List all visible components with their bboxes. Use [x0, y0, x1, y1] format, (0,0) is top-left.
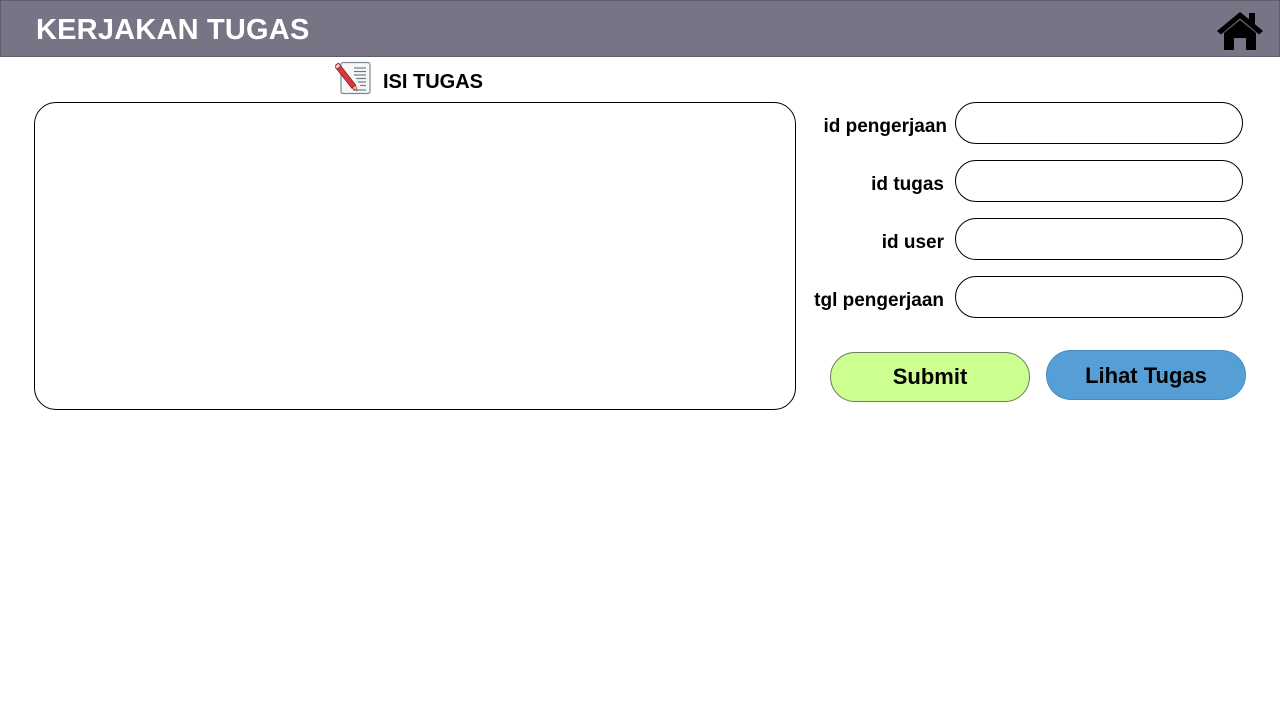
home-icon	[1217, 12, 1263, 50]
tgl-pengerjaan-label: tgl pengerjaan	[814, 290, 944, 311]
id-tugas-label: id tugas	[871, 174, 944, 195]
id-pengerjaan-input[interactable]	[955, 102, 1243, 144]
task-content-heading: ISI TUGAS	[335, 61, 483, 95]
task-content-label: ISI TUGAS	[383, 70, 484, 93]
page: KERJAKAN TUGAS ISI TUGAS id pengerjaan i…	[0, 0, 1280, 720]
id-user-label: id user	[881, 232, 944, 253]
id-pengerjaan-label: id pengerjaan	[823, 116, 947, 137]
id-tugas-input[interactable]	[955, 160, 1243, 202]
document-pencil-icon	[335, 61, 371, 95]
page-title: KERJAKAN TUGAS	[36, 14, 310, 46]
tgl-pengerjaan-input[interactable]	[955, 276, 1243, 318]
header-bar: KERJAKAN TUGAS	[0, 0, 1280, 57]
task-content-textarea[interactable]	[34, 102, 796, 410]
submit-button[interactable]: Submit	[830, 352, 1030, 402]
id-user-input[interactable]	[955, 218, 1243, 260]
view-tasks-button[interactable]: Lihat Tugas	[1046, 350, 1246, 400]
home-button[interactable]	[1215, 9, 1265, 51]
